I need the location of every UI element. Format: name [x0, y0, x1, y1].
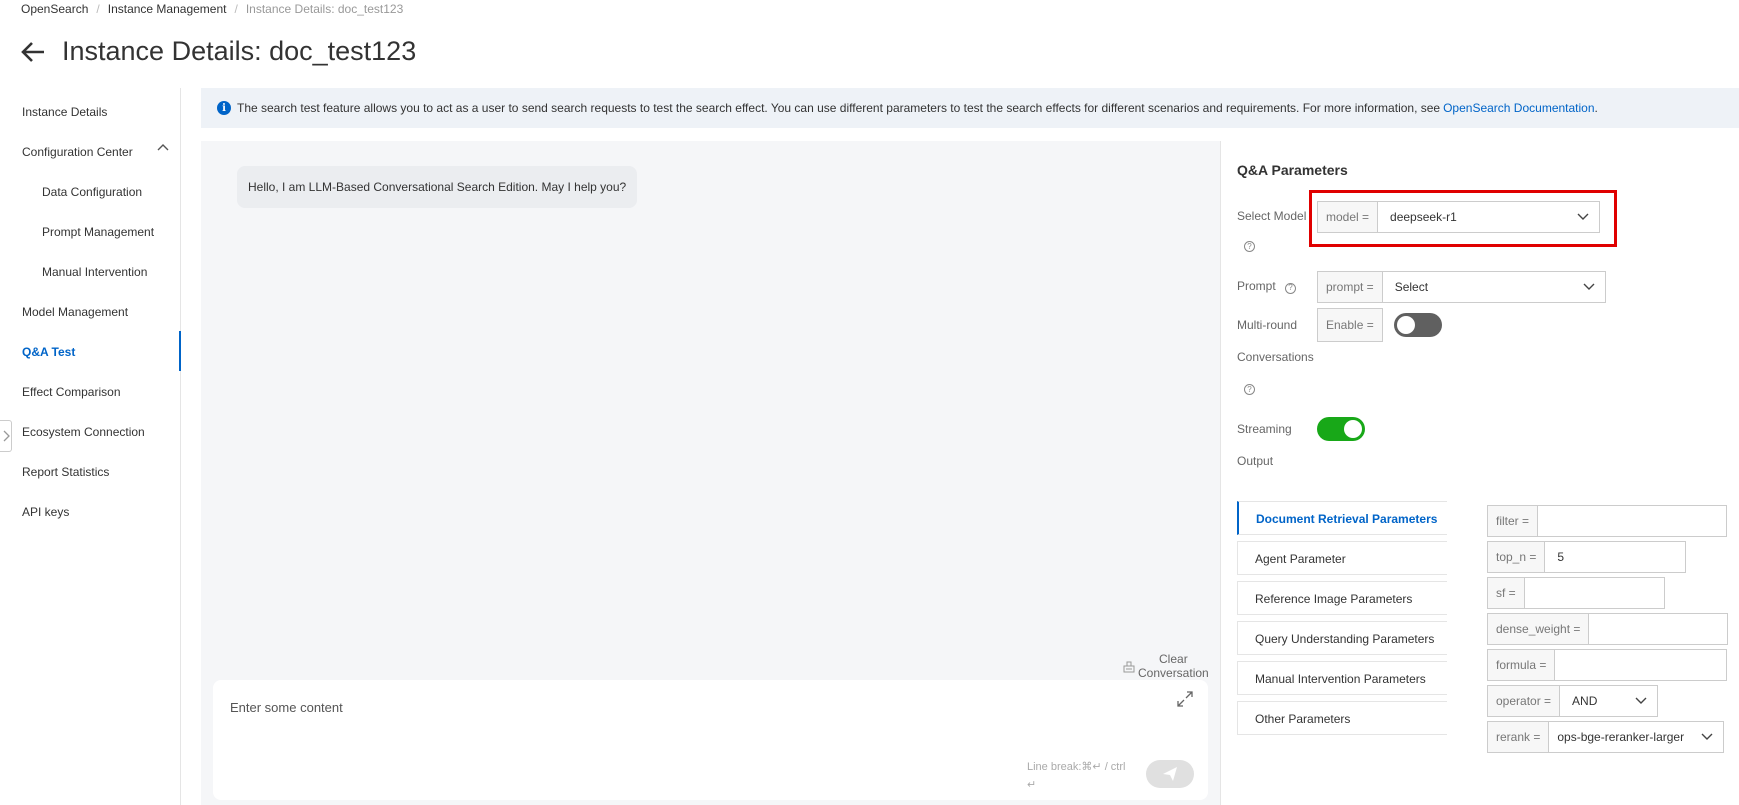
tab-query-understanding[interactable]: Query Understanding Parameters [1237, 621, 1447, 655]
prompt-label-text: Prompt [1237, 279, 1276, 293]
prompt-value: Select [1394, 280, 1429, 294]
sidebar-item-model-management[interactable]: Model Management [22, 305, 128, 319]
send-button[interactable] [1146, 760, 1194, 788]
formula-addon: formula = [1488, 650, 1556, 680]
multiround-toggle[interactable] [1394, 313, 1442, 337]
broom-icon [1123, 661, 1135, 673]
sidebar-expand-handle[interactable] [0, 420, 12, 452]
operator-addon: operator = [1488, 686, 1561, 716]
sidebar-item-api-keys[interactable]: API keys [22, 505, 69, 519]
chevron-up-icon[interactable] [157, 142, 169, 154]
rerank-select-value[interactable]: ops-bge-reranker-larger [1549, 722, 1723, 752]
help-icon[interactable]: ? [1244, 384, 1255, 395]
prompt-addon: prompt = [1318, 272, 1383, 302]
rerank-value: ops-bge-reranker-larger [1557, 730, 1685, 744]
chat-input-placeholder: Enter some content [230, 700, 343, 715]
multiround-label-1: Multi-round [1237, 318, 1298, 332]
sidebar-item-ecosystem-connection[interactable]: Ecosystem Connection [22, 425, 145, 439]
sidebar-item-qa-test[interactable]: Q&A Test [22, 345, 75, 359]
formula-field[interactable]: formula = [1487, 649, 1727, 681]
enable-addon: Enable = [1317, 308, 1383, 342]
operator-select-value[interactable]: AND [1560, 686, 1657, 716]
prompt-select-value[interactable]: Select [1383, 272, 1605, 302]
tab-agent-parameter[interactable]: Agent Parameter [1237, 541, 1447, 575]
help-icon[interactable]: ? [1244, 241, 1255, 252]
info-banner: i The search test feature allows you to … [201, 88, 1739, 128]
tab-manual-intervention[interactable]: Manual Intervention Parameters [1237, 661, 1447, 695]
clear-label-1: Clear [1159, 652, 1188, 666]
info-end: . [1594, 101, 1598, 115]
documentation-link[interactable]: OpenSearch Documentation [1443, 101, 1594, 115]
breadcrumb-separator: / [234, 2, 238, 16]
rerank-select[interactable]: rerank = ops-bge-reranker-larger [1487, 721, 1724, 753]
rerank-addon: rerank = [1488, 722, 1550, 752]
top-n-field[interactable]: top_n = 5 [1487, 541, 1686, 573]
highlight-box [1309, 190, 1617, 247]
hint-line-1: Line break:⌘↵ / ctrl [1027, 761, 1126, 773]
toggle-knob [1397, 316, 1415, 334]
breadcrumb-item-opensearch[interactable]: OpenSearch [21, 2, 88, 16]
streaming-label: Streaming Output [1237, 413, 1292, 477]
breadcrumb-current: Instance Details: doc_test123 [245, 2, 404, 16]
chevron-down-icon [1635, 697, 1647, 704]
top-n-input[interactable]: 5 [1545, 542, 1685, 572]
sidebar-item-effect-comparison[interactable]: Effect Comparison [22, 385, 121, 399]
select-model-label: Select Model [1237, 209, 1307, 223]
operator-value: AND [1572, 694, 1598, 708]
info-icon: i [217, 101, 231, 115]
multiround-label-2: Conversations [1237, 350, 1314, 364]
expand-icon[interactable] [1176, 690, 1194, 708]
sidebar-item-instance-details[interactable]: Instance Details [22, 105, 107, 119]
clear-conversation-button[interactable]: Clear Conversation [1122, 652, 1209, 680]
sidebar-item-configuration-center[interactable]: Configuration Center [22, 145, 133, 159]
clear-label-2: Conversation [1138, 666, 1209, 680]
top-n-addon: top_n = [1488, 542, 1546, 572]
filter-addon: filter = [1488, 506, 1539, 536]
prompt-label: Prompt ? [1237, 270, 1297, 302]
sf-input[interactable] [1525, 578, 1664, 608]
send-icon [1163, 767, 1177, 781]
page-title: Instance Details: doc_test123 [62, 36, 417, 66]
multiround-label: Multi-round Conversations [1237, 309, 1314, 373]
line-break-hint: Line break:⌘↵ / ctrl ↵ [1027, 758, 1127, 794]
toggle-knob [1344, 420, 1362, 438]
sidebar-item-data-configuration[interactable]: Data Configuration [42, 185, 142, 199]
streaming-toggle[interactable] [1317, 417, 1365, 441]
sidebar-item-prompt-management[interactable]: Prompt Management [42, 225, 154, 239]
chat-input-box[interactable]: Enter some content Line break:⌘↵ / ctrl … [213, 680, 1208, 800]
prompt-select[interactable]: prompt = Select [1317, 271, 1606, 303]
chevron-right-icon [3, 430, 10, 442]
hint-line-2: ↵ [1027, 779, 1037, 791]
sidebar-item-manual-intervention[interactable]: Manual Intervention [42, 265, 147, 279]
active-indicator [179, 331, 181, 371]
dense-weight-addon: dense_weight = [1488, 614, 1590, 644]
breadcrumb: OpenSearch / Instance Management / Instance … [21, 2, 403, 16]
streaming-label-1: Streaming [1237, 422, 1292, 436]
tab-document-retrieval[interactable]: Document Retrieval Parameters [1237, 501, 1447, 535]
tab-other-parameters[interactable]: Other Parameters [1237, 701, 1447, 735]
filter-field[interactable]: filter = [1487, 505, 1727, 537]
tab-reference-image[interactable]: Reference Image Parameters [1237, 581, 1447, 615]
assistant-message: Hello, I am LLM-Based Conversational Sea… [237, 166, 638, 208]
sf-addon: sf = [1488, 578, 1525, 608]
sidebar-item-report-statistics[interactable]: Report Statistics [22, 465, 109, 479]
formula-input[interactable] [1555, 650, 1726, 680]
chevron-down-icon [1701, 733, 1713, 740]
breadcrumb-item-instance-management[interactable]: Instance Management [108, 2, 227, 16]
chevron-down-icon [1583, 283, 1595, 290]
dense-weight-input[interactable] [1589, 614, 1727, 644]
back-arrow-icon[interactable] [20, 39, 46, 65]
page-header: Instance Details: doc_test123 [20, 36, 416, 67]
panel-title: Q&A Parameters [1237, 162, 1348, 178]
breadcrumb-separator: / [96, 2, 100, 16]
sidebar: Instance Details Configuration Center Da… [0, 88, 181, 805]
sf-field[interactable]: sf = [1487, 577, 1665, 609]
dense-weight-field[interactable]: dense_weight = [1487, 613, 1728, 645]
help-icon[interactable]: ? [1285, 282, 1297, 294]
filter-input[interactable] [1538, 506, 1726, 536]
info-text: The search test feature allows you to ac… [237, 101, 1441, 115]
operator-select[interactable]: operator = AND [1487, 685, 1658, 717]
streaming-label-2: Output [1237, 454, 1274, 468]
